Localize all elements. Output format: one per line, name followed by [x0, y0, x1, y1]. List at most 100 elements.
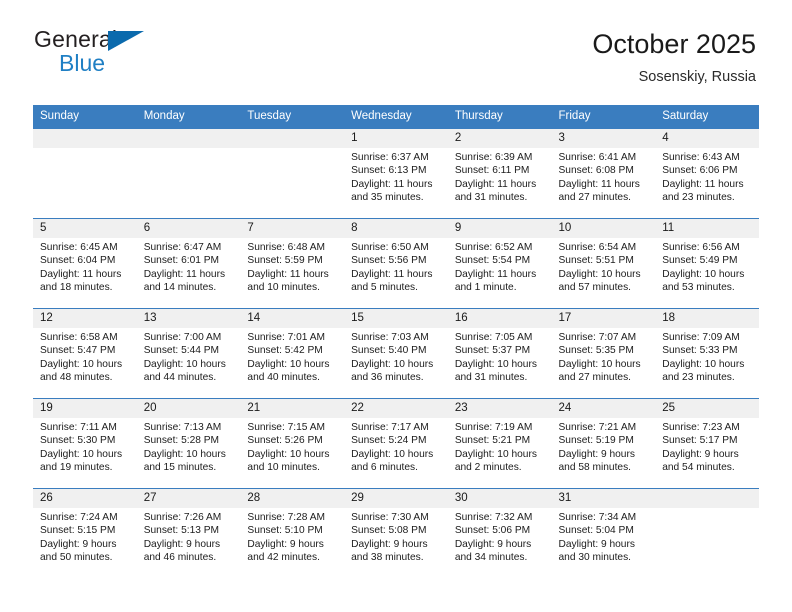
calendar-day-cell[interactable]: 16 Sunrise: 7:05 AM Sunset: 5:37 PM Dayligh… [447, 308, 552, 399]
calendar-day-cell[interactable]: 20 Sunrise: 7:13 AM Sunset: 5:28 PM Dayligh… [136, 398, 241, 489]
calendar-day-cell[interactable]: 30 Sunrise: 7:32 AM Sunset: 5:06 PM Dayligh… [447, 488, 552, 578]
sunset-text: Sunset: 6:04 PM [40, 255, 116, 267]
day-details: Sunrise: 7:17 AM Sunset: 5:24 PM Daylight:… [344, 418, 448, 475]
day-number: 4 [655, 129, 759, 148]
calendar-day-cell[interactable]: 2 Sunrise: 6:39 AM Sunset: 6:11 PM Daylight… [447, 128, 552, 219]
calendar-day-cell[interactable]: 7 Sunrise: 6:48 AM Sunset: 5:59 PM Daylight… [240, 218, 345, 309]
sunset-text: Sunset: 5:56 PM [351, 255, 427, 267]
day-details: Sunrise: 7:21 AM Sunset: 5:19 PM Daylight:… [552, 418, 656, 475]
day-number: 25 [655, 399, 759, 418]
daylight-text: Daylight: 9 hours and 58 minutes. [558, 448, 635, 474]
calendar-day-cell[interactable]: 22 Sunrise: 7:17 AM Sunset: 5:24 PM Dayligh… [344, 398, 448, 489]
calendar-day-cell[interactable]: 25 Sunrise: 7:23 AM Sunset: 5:17 PM Dayligh… [655, 398, 759, 489]
calendar-day-cell[interactable]: 17 Sunrise: 7:07 AM Sunset: 5:35 PM Dayligh… [551, 308, 656, 399]
day-details: Sunrise: 7:00 AM Sunset: 5:44 PM Daylight:… [137, 328, 241, 385]
daylight-text: Daylight: 9 hours and 54 minutes. [662, 448, 739, 474]
daylight-text: Daylight: 10 hours and 40 minutes. [247, 358, 330, 384]
day-number: 14 [240, 309, 345, 328]
title-block: October 2025 Sosenskiy, Russia [592, 28, 756, 84]
calendar-day-cell[interactable]: 6 Sunrise: 6:47 AM Sunset: 6:01 PM Daylight… [136, 218, 241, 309]
calendar-day-cell[interactable]: 11 Sunrise: 6:56 AM Sunset: 5:49 PM Dayligh… [655, 218, 759, 309]
sunset-text: Sunset: 5:24 PM [351, 435, 427, 447]
daylight-text: Daylight: 10 hours and 23 minutes. [662, 358, 745, 384]
calendar-day-cell[interactable]: 28 Sunrise: 7:28 AM Sunset: 5:10 PM Dayligh… [240, 488, 345, 578]
calendar-day-cell[interactable]: 31 Sunrise: 7:34 AM Sunset: 5:04 PM Dayligh… [551, 488, 656, 578]
sunrise-text: Sunrise: 7:11 AM [40, 422, 117, 433]
calendar-day-cell[interactable]: 8 Sunrise: 6:50 AM Sunset: 5:56 PM Daylight… [344, 218, 448, 309]
calendar-day-cell[interactable]: 24 Sunrise: 7:21 AM Sunset: 5:19 PM Dayligh… [551, 398, 656, 489]
daylight-text: Daylight: 10 hours and 27 minutes. [558, 358, 641, 384]
calendar-day-cell[interactable]: 3 Sunrise: 6:41 AM Sunset: 6:08 PM Daylight… [551, 128, 656, 219]
day-number: 26 [33, 489, 137, 508]
sunset-text: Sunset: 5:21 PM [454, 435, 531, 447]
daylight-text: Daylight: 11 hours and 27 minutes. [558, 178, 640, 204]
calendar-day-cell[interactable]: 1 Sunrise: 6:37 AM Sunset: 6:13 PM Daylight… [344, 128, 448, 219]
day-details: Sunrise: 7:07 AM Sunset: 5:35 PM Daylight:… [552, 328, 656, 385]
calendar-day-cell[interactable]: 10 Sunrise: 6:54 AM Sunset: 5:51 PM Dayligh… [551, 218, 656, 309]
sunrise-text: Sunrise: 7:23 AM [662, 422, 740, 433]
calendar-day-cell[interactable]: 14 Sunrise: 7:01 AM Sunset: 5:42 PM Dayligh… [240, 308, 345, 399]
day-details: Sunrise: 7:28 AM Sunset: 5:10 PM Daylight:… [240, 508, 344, 565]
sunset-text: Sunset: 6:06 PM [662, 165, 738, 177]
calendar-day-cell-empty [240, 128, 345, 219]
sunrise-text: Sunrise: 7:01 AM [247, 332, 325, 343]
day-details: Sunrise: 7:09 AM Sunset: 5:33 PM Daylight:… [655, 328, 759, 385]
day-details: Sunrise: 6:48 AM Sunset: 5:59 PM Daylight:… [240, 238, 344, 295]
day-details: Sunrise: 7:13 AM Sunset: 5:28 PM Daylight:… [137, 418, 241, 475]
calendar-day-cell[interactable]: 12 Sunrise: 6:58 AM Sunset: 5:47 PM Dayligh… [33, 308, 137, 399]
day-details: Sunrise: 7:15 AM Sunset: 5:26 PM Daylight:… [240, 418, 344, 475]
day-details: Sunrise: 7:01 AM Sunset: 5:42 PM Daylight:… [240, 328, 344, 385]
calendar-grid: Sunday Monday Tuesday Wednesday Thursday… [33, 105, 759, 578]
sunrise-text: Sunrise: 7:30 AM [351, 512, 429, 523]
day-number: 9 [447, 219, 552, 238]
day-number: 16 [447, 309, 552, 328]
sunset-text: Sunset: 6:01 PM [143, 255, 220, 267]
general-blue-logo[interactable]: General Blue [34, 28, 149, 80]
calendar-day-cell[interactable]: 4 Sunrise: 6:43 AM Sunset: 6:06 PM Daylight… [655, 128, 759, 219]
calendar-day-cell[interactable]: 5 Sunrise: 6:45 AM Sunset: 6:04 PM Daylight… [33, 218, 137, 309]
calendar-day-cell[interactable]: 15 Sunrise: 7:03 AM Sunset: 5:40 PM Dayligh… [344, 308, 448, 399]
daylight-text: Daylight: 10 hours and 48 minutes. [40, 358, 123, 384]
day-number: 24 [551, 399, 656, 418]
sunset-text: Sunset: 5:51 PM [558, 255, 634, 267]
sunset-text: Sunset: 5:17 PM [662, 435, 738, 447]
sunset-text: Sunset: 5:47 PM [40, 345, 116, 357]
day-number: 13 [136, 309, 241, 328]
calendar-day-cell[interactable]: 13 Sunrise: 7:00 AM Sunset: 5:44 PM Dayligh… [136, 308, 241, 399]
calendar-day-cell[interactable]: 18 Sunrise: 7:09 AM Sunset: 5:33 PM Dayligh… [655, 308, 759, 399]
sunrise-text: Sunrise: 7:13 AM [143, 422, 222, 433]
sunset-text: Sunset: 5:42 PM [247, 345, 323, 357]
sunrise-text: Sunrise: 7:19 AM [454, 422, 533, 433]
calendar-day-cell[interactable]: 21 Sunrise: 7:15 AM Sunset: 5:26 PM Dayligh… [240, 398, 345, 489]
calendar-day-cell[interactable]: 26 Sunrise: 7:24 AM Sunset: 5:15 PM Dayligh… [33, 488, 137, 578]
calendar-day-cell[interactable]: 29 Sunrise: 7:30 AM Sunset: 5:08 PM Dayligh… [344, 488, 448, 578]
day-number: 27 [136, 489, 241, 508]
calendar-day-cell[interactable]: 9 Sunrise: 6:52 AM Sunset: 5:54 PM Daylight… [447, 218, 552, 309]
calendar-day-cell[interactable]: 23 Sunrise: 7:19 AM Sunset: 5:21 PM Dayligh… [447, 398, 552, 489]
daylight-text: Daylight: 10 hours and 31 minutes. [454, 358, 537, 384]
day-details: Sunrise: 6:54 AM Sunset: 5:51 PM Daylight:… [552, 238, 656, 295]
calendar-body: 1 Sunrise: 6:37 AM Sunset: 6:13 PM Daylight… [33, 128, 759, 578]
sunset-text: Sunset: 5:04 PM [558, 525, 634, 537]
logo-text-blue: Blue [59, 50, 106, 76]
calendar-week-row: 12 Sunrise: 6:58 AM Sunset: 5:47 PM Dayligh… [33, 308, 759, 399]
sunrise-text: Sunrise: 6:41 AM [558, 152, 637, 163]
calendar-day-cell[interactable]: 27 Sunrise: 7:26 AM Sunset: 5:13 PM Dayligh… [136, 488, 241, 578]
day-details: Sunrise: 6:45 AM Sunset: 6:04 PM Daylight:… [33, 238, 137, 295]
sunset-text: Sunset: 5:06 PM [454, 525, 531, 537]
daylight-text: Daylight: 10 hours and 36 minutes. [351, 358, 434, 384]
daylight-text: Daylight: 10 hours and 57 minutes. [558, 268, 641, 294]
sunset-text: Sunset: 5:49 PM [662, 255, 738, 267]
calendar-day-cell[interactable]: 19 Sunrise: 7:11 AM Sunset: 5:30 PM Dayligh… [33, 398, 137, 489]
sunrise-text: Sunrise: 6:45 AM [40, 242, 118, 253]
sunrise-text: Sunrise: 7:32 AM [454, 512, 533, 523]
sunset-text: Sunset: 5:37 PM [454, 345, 531, 357]
sunrise-text: Sunrise: 6:58 AM [40, 332, 118, 343]
sunset-text: Sunset: 5:15 PM [40, 525, 116, 537]
weekday-header-tuesday: Tuesday [240, 105, 345, 129]
day-number: 31 [551, 489, 656, 508]
sunrise-text: Sunrise: 7:07 AM [558, 332, 637, 343]
sunrise-text: Sunrise: 6:37 AM [351, 152, 429, 163]
sunrise-text: Sunrise: 6:47 AM [143, 242, 222, 253]
sunrise-text: Sunrise: 7:26 AM [143, 512, 222, 523]
